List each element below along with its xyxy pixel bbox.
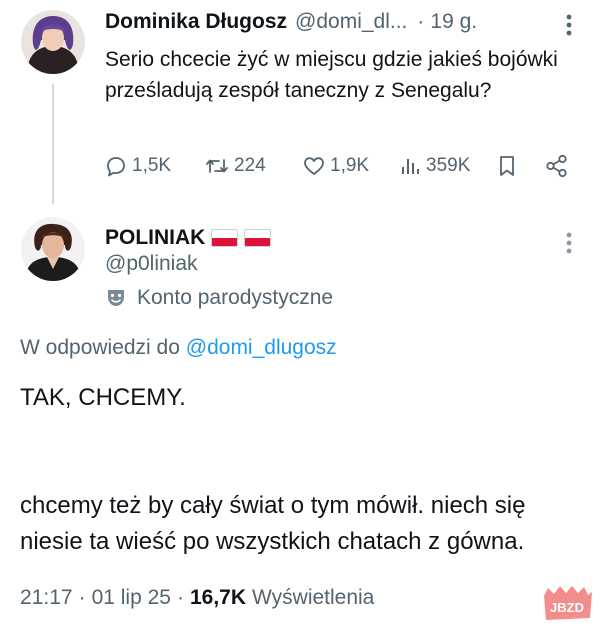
- retweet-icon: [206, 159, 228, 173]
- more-options-icon[interactable]: [562, 12, 576, 38]
- parody-account-label: Konto parodystyczne: [105, 284, 333, 312]
- poland-flag-icon: [244, 229, 272, 247]
- avatar[interactable]: [21, 10, 85, 74]
- separator-dot: ·: [417, 10, 425, 33]
- replying-to-line: W odpowiedzi do @domi_dlugosz: [20, 336, 337, 360]
- more-options-icon[interactable]: [562, 230, 576, 256]
- tweet-text-line: TAK, CHCEMY.: [20, 384, 186, 411]
- thread-connector-line: [52, 84, 54, 204]
- parent-tweet[interactable]: Dominika Długosz @domi_dl... · 19 g. Ser…: [0, 0, 600, 204]
- views-count: 16,7K: [189, 586, 247, 609]
- tweet-meta: 21:17 · 01 lip 25 · 16,7K Wyświetlenia: [20, 584, 374, 612]
- jbzd-logo: JBZD: [540, 584, 594, 624]
- analytics-icon: [402, 159, 419, 174]
- avatar[interactable]: [21, 217, 85, 281]
- parody-label-text: Konto parodystyczne: [137, 286, 334, 309]
- poland-flag-icon: [211, 229, 239, 247]
- retweet-button[interactable]: 224: [204, 152, 266, 180]
- share-icon: [546, 154, 567, 178]
- bookmark-button[interactable]: [496, 152, 518, 180]
- tweet-text: Serio chcecie żyć w miejscu gdzie jakieś…: [105, 48, 558, 102]
- user-photo-icon: [21, 10, 85, 74]
- theater-mask-icon: [108, 290, 124, 306]
- user-photo-icon: [21, 217, 85, 281]
- views-button[interactable]: 359K: [400, 152, 470, 180]
- author-name[interactable]: POLINIAK: [105, 226, 205, 250]
- tweet-time[interactable]: 19 g.: [430, 10, 477, 34]
- tweet-time[interactable]: 21:17: [20, 586, 73, 610]
- tweet-header: Dominika Długosz @domi_dl... · 19 g.: [105, 10, 477, 36]
- views-count: 359K: [426, 155, 471, 176]
- share-button[interactable]: [544, 152, 570, 180]
- reply-button[interactable]: 1,5K: [104, 152, 171, 180]
- retweet-count: 224: [234, 155, 266, 176]
- heart-icon: [304, 157, 324, 175]
- separator-dot: ·: [176, 586, 184, 609]
- separator-dot: ·: [78, 586, 86, 609]
- like-count: 1,9K: [330, 155, 370, 176]
- like-button[interactable]: 1,9K: [302, 152, 369, 180]
- views-label: Wyświetlenia: [252, 586, 375, 609]
- svg-text:JBZD: JBZD: [550, 600, 584, 615]
- tweet-text: TAK, CHCEMY. chcemy też by cały świat o …: [20, 380, 590, 560]
- author-name[interactable]: Dominika Długosz: [105, 10, 287, 34]
- reply-author-row: POLINIAK: [105, 224, 272, 252]
- replying-to-prefix: W odpowiedzi do: [20, 336, 180, 359]
- tweet-actions: 1,5K 224 1,9K 359K: [100, 152, 580, 180]
- tweet-text-line: chcemy też by cały świat o tym mówił. ni…: [20, 492, 526, 555]
- bookmark-icon: [500, 156, 514, 176]
- author-handle[interactable]: @p0liniak: [105, 252, 198, 276]
- replying-to-handle-link[interactable]: @domi_dlugosz: [186, 336, 337, 359]
- tweet-date[interactable]: 01 lip 25: [92, 586, 171, 610]
- reply-icon: [107, 157, 125, 177]
- author-handle[interactable]: @domi_dl...: [295, 10, 407, 34]
- reply-count: 1,5K: [132, 155, 172, 176]
